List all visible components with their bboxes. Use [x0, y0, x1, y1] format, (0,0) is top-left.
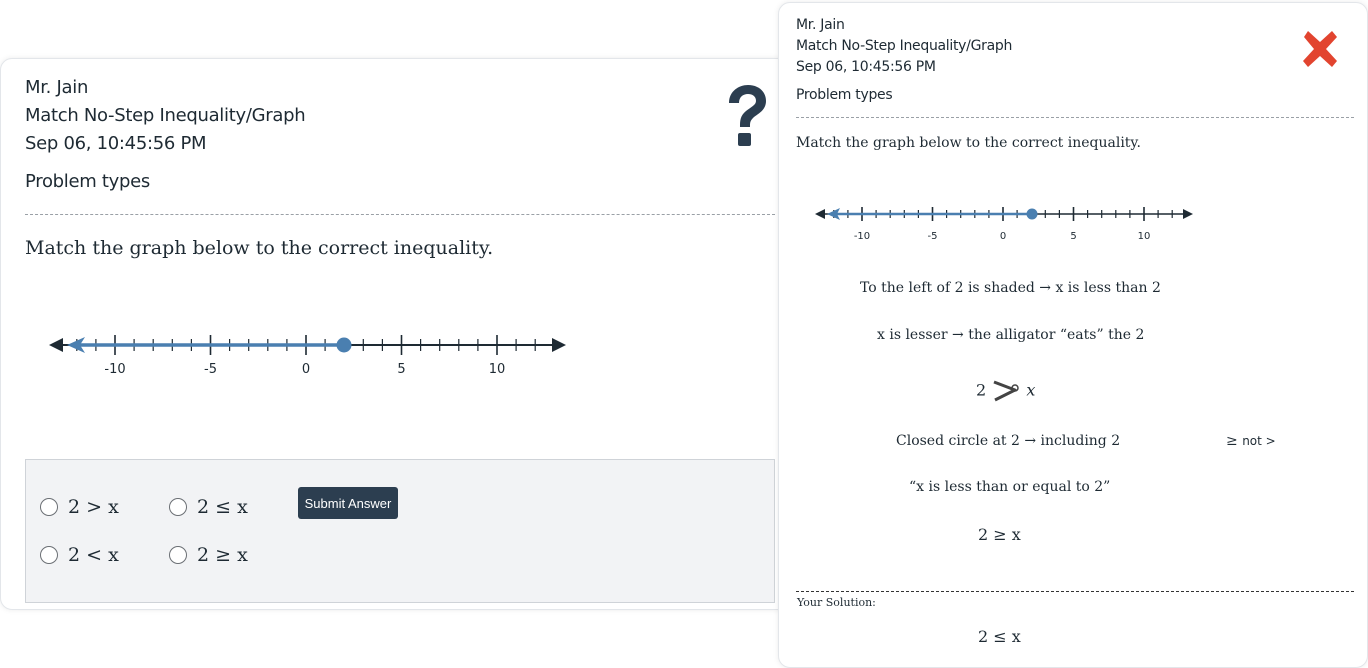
- solution-step-1: To the left of 2 is shaded → x is less t…: [860, 280, 1161, 296]
- radio-icon[interactable]: [40, 546, 58, 564]
- submit-answer-button[interactable]: Submit Answer: [298, 487, 398, 519]
- question-text: Match the graph below to the correct ine…: [25, 237, 494, 259]
- step3-left: 2: [976, 380, 987, 400]
- answer-panel: 2 > x 2 ≤ x 2 < x 2 ≥ x Submit Answer: [25, 459, 775, 603]
- teacher-name: Mr. Jain: [796, 17, 845, 33]
- closed-point: [1026, 208, 1038, 220]
- radio-icon[interactable]: [169, 498, 187, 516]
- left-arrow-icon: [815, 209, 825, 219]
- option-label: 2 ≥ x: [197, 544, 248, 566]
- option-label: 2 ≤ x: [197, 496, 248, 518]
- number-line: -10 -5 0 5 10: [49, 335, 566, 377]
- solution-step-4: Closed circle at 2 → including 2: [896, 433, 1121, 449]
- right-arrow-icon: [1183, 209, 1193, 219]
- timestamp: Sep 06, 10:45:56 PM: [25, 133, 207, 154]
- tick-label: 0: [302, 362, 310, 377]
- problem-types-link[interactable]: Problem types: [796, 87, 893, 103]
- radio-icon[interactable]: [40, 498, 58, 516]
- tick-label: 5: [1070, 231, 1076, 242]
- tick-label: 0: [1000, 231, 1006, 242]
- solution-step-3: 2 x: [976, 379, 1035, 403]
- assignment-title: Match No-Step Inequality/Graph: [25, 105, 306, 126]
- teacher-name: Mr. Jain: [25, 77, 89, 98]
- problem-types-link[interactable]: Problem types: [25, 171, 150, 192]
- header-divider: [796, 117, 1354, 118]
- tick-label: -10: [104, 362, 125, 377]
- tick-label: 10: [1138, 231, 1151, 242]
- tick-label: 5: [397, 362, 405, 377]
- option-label: 2 > x: [68, 496, 119, 518]
- closed-point: [336, 337, 352, 353]
- solution-card: Mr. Jain Match No-Step Inequality/Graph …: [778, 2, 1368, 668]
- solution-step-2: x is lesser → the alligator “eats” the 2: [877, 327, 1145, 343]
- option-2-ge-x[interactable]: 2 ≥ x: [169, 544, 248, 566]
- timestamp: Sep 06, 10:45:56 PM: [796, 59, 936, 75]
- alligator-icon: [993, 380, 1020, 402]
- solution-divider: [796, 591, 1354, 592]
- radio-icon[interactable]: [169, 546, 187, 564]
- tick-label: -5: [928, 231, 938, 242]
- right-arrow-icon: [552, 338, 566, 352]
- left-arrow-icon: [49, 338, 63, 352]
- tick-label: 10: [489, 362, 506, 377]
- problem-card: Mr. Jain Match No-Step Inequality/Graph …: [0, 58, 792, 610]
- header-divider: [25, 214, 775, 215]
- option-label: 2 < x: [68, 544, 119, 566]
- your-solution-value: 2 ≤ x: [978, 627, 1021, 646]
- option-2-lt-x[interactable]: 2 < x: [40, 544, 119, 566]
- number-line: -10 -5 0 5 10: [815, 207, 1193, 242]
- assignment-title: Match No-Step Inequality/Graph: [796, 38, 1013, 54]
- solution-step-6: 2 ≥ x: [978, 525, 1021, 544]
- tick-label: -10: [854, 231, 870, 242]
- option-2-le-x[interactable]: 2 ≤ x: [169, 496, 248, 518]
- solution-step-5: “x is less than or equal to 2”: [909, 479, 1111, 495]
- note-symbol: ≥: [1226, 433, 1238, 449]
- help-icon[interactable]: [721, 85, 771, 151]
- close-icon[interactable]: [1298, 27, 1342, 71]
- step3-right: x: [1026, 380, 1036, 400]
- solution-note: ≥ not >: [1226, 433, 1276, 449]
- note-text: not >: [1242, 434, 1276, 448]
- question-text: Match the graph below to the correct ine…: [796, 135, 1141, 151]
- your-solution-label: Your Solution:: [797, 596, 876, 609]
- tick-label: -5: [204, 362, 217, 377]
- option-2-gt-x[interactable]: 2 > x: [40, 496, 119, 518]
